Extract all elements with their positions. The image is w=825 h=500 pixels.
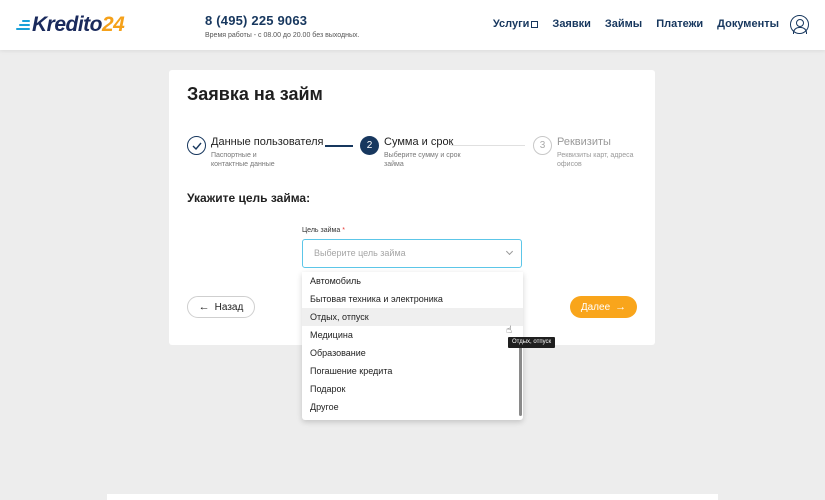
- required-marker: *: [342, 227, 345, 234]
- arrow-right-icon: →: [615, 301, 627, 313]
- external-link-icon: [531, 20, 539, 28]
- logo-speed-lines-icon: [16, 18, 30, 32]
- dropdown-scrollbar[interactable]: [519, 346, 522, 416]
- main-nav: Услуги Заявки Займы Платежи Документы: [493, 18, 779, 30]
- step-amount-term: 2 Сумма и срок Выберите сумму и срок зай…: [360, 136, 464, 169]
- dropdown-option[interactable]: Бытовая техника и электроника: [302, 290, 523, 308]
- user-profile-icon[interactable]: [790, 15, 809, 34]
- step-connector: [451, 145, 525, 146]
- site-header: Kredito24 8 (495) 225 9063 Время работы …: [0, 0, 825, 50]
- dropdown-option[interactable]: Автомобиль: [302, 272, 523, 290]
- step-label: Данные пользователя: [211, 136, 324, 148]
- step-description: Реквизиты карт, адреса офисов: [557, 152, 634, 168]
- chevron-down-icon: [505, 247, 514, 256]
- nav-item-applications[interactable]: Заявки: [552, 18, 590, 30]
- step-number: 3: [533, 136, 552, 155]
- dropdown-option[interactable]: Отдых, отпуск: [302, 308, 523, 326]
- loan-purpose-select[interactable]: Выберите цель займа: [302, 239, 522, 268]
- nav-item-documents[interactable]: Документы: [717, 18, 779, 30]
- back-button[interactable]: ← Назад: [187, 296, 255, 318]
- step-label: Сумма и срок: [384, 136, 454, 148]
- nav-item-payments[interactable]: Платежи: [656, 18, 703, 30]
- dropdown-option[interactable]: Погашение кредита: [302, 362, 523, 380]
- step-description: Выберите сумму и срок займа: [384, 152, 461, 168]
- nav-item-services[interactable]: Услуги: [493, 18, 539, 30]
- next-button[interactable]: Далее →: [570, 296, 637, 318]
- step-description: Паспортные и контактные данные: [211, 152, 275, 168]
- loan-purpose-label: Цель займа *: [302, 227, 345, 234]
- logo[interactable]: Kredito24: [16, 13, 125, 36]
- select-placeholder: Выберите цель займа: [314, 248, 406, 258]
- phone-number[interactable]: 8 (495) 225 9063: [205, 13, 359, 28]
- step-connector: [325, 145, 353, 147]
- step-requisites: 3 Реквизиты Реквизиты карт, адреса офисо…: [533, 136, 637, 169]
- dropdown-option[interactable]: Медицина: [302, 326, 523, 344]
- dropdown-option[interactable]: Подарок: [302, 380, 523, 398]
- working-hours: Время работы - с 08.00 до 20.00 без выхо…: [205, 32, 360, 39]
- step-user-data: Данные пользователя Паспортные и контакт…: [187, 136, 323, 169]
- page-bottom-edge: [107, 494, 718, 500]
- hand-cursor-icon: ☝: [506, 325, 513, 336]
- step-label: Реквизиты: [557, 136, 611, 148]
- check-icon: [187, 136, 206, 155]
- dropdown-option[interactable]: Образование: [302, 344, 523, 362]
- step-number: 2: [360, 136, 379, 155]
- arrow-left-icon: ←: [198, 301, 210, 313]
- page-title: Заявка на займ: [187, 84, 323, 104]
- dropdown-option[interactable]: Другое: [302, 398, 523, 416]
- section-heading: Укажите цель займа:: [187, 191, 311, 205]
- nav-item-loans[interactable]: Займы: [605, 18, 642, 30]
- logo-text: Kredito24: [32, 13, 125, 36]
- option-tooltip: Отдых, отпуск: [508, 337, 556, 348]
- contact-block: 8 (495) 225 9063 Время работы - с 08.00 …: [205, 13, 359, 39]
- loan-purpose-dropdown: Автомобиль Бытовая техника и электроника…: [302, 272, 523, 420]
